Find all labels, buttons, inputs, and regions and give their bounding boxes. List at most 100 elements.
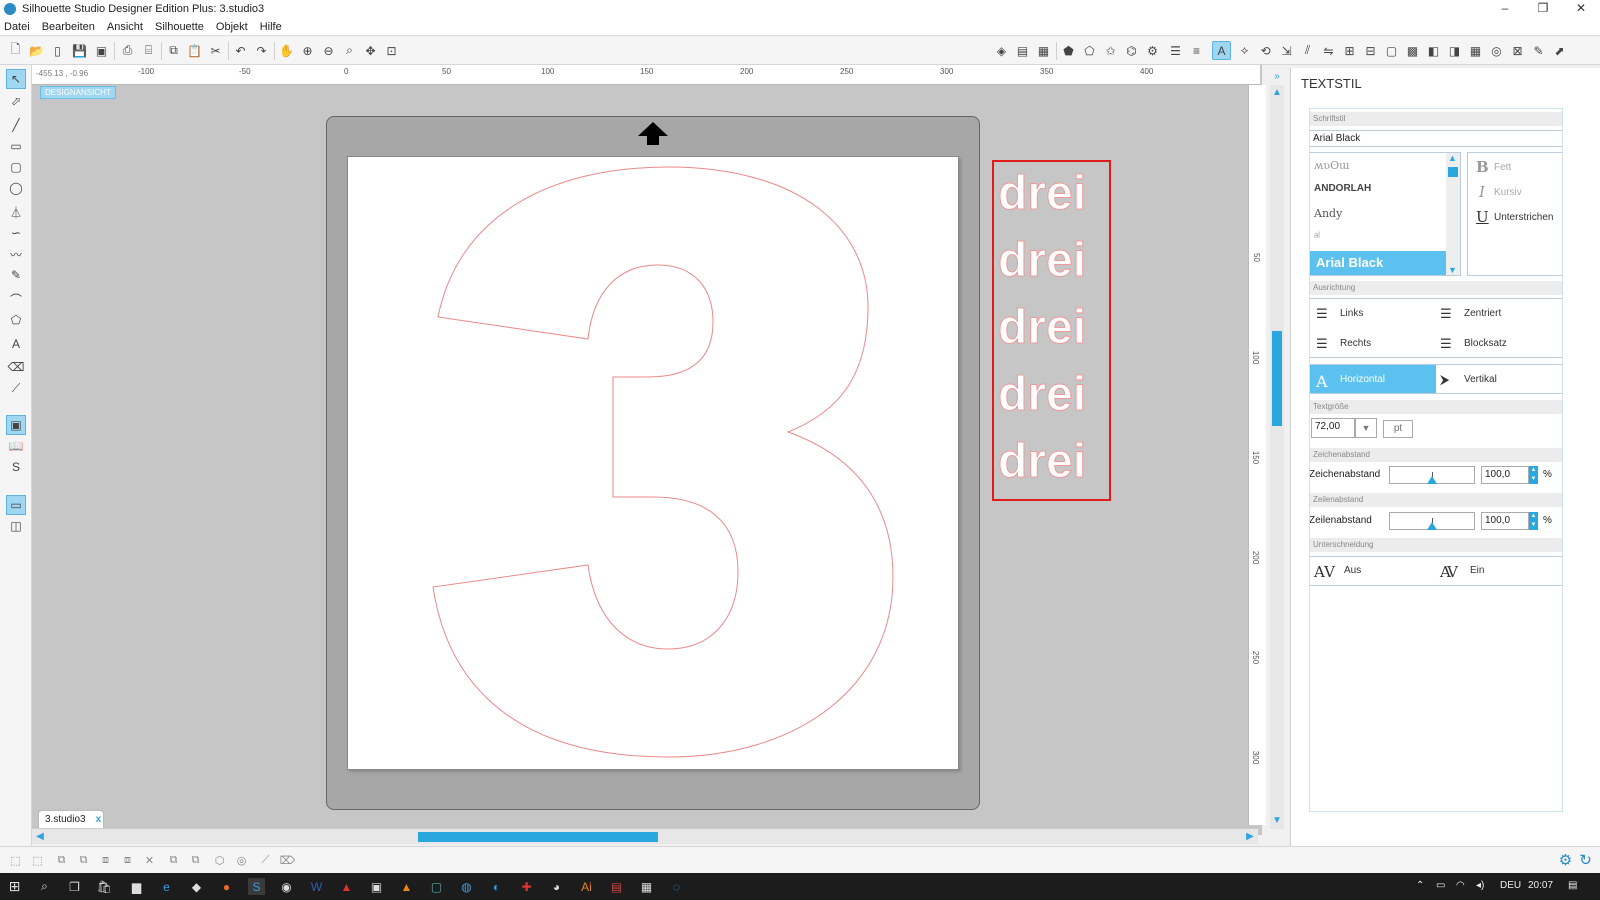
smooth-freehand-icon[interactable]: ✎ xyxy=(6,265,26,285)
silhouette-taskbar-icon[interactable]: S xyxy=(248,878,265,895)
vertical-scroll-thumb[interactable] xyxy=(1272,331,1282,426)
rounded-rect-tool-icon[interactable]: ▢ xyxy=(6,157,26,177)
scroll-right-icon[interactable]: ▶ xyxy=(1244,831,1256,843)
polygon-tool-icon[interactable]: ⏃ xyxy=(6,202,26,222)
drei-text-line[interactable]: drei xyxy=(998,231,1108,291)
new-file-icon[interactable]: 🗋 xyxy=(6,41,25,60)
curve-tool-icon[interactable]: ∽ xyxy=(6,223,26,243)
settings-gear-icon[interactable]: ⚙ xyxy=(1556,850,1575,869)
undo-icon[interactable]: ↶ xyxy=(231,41,250,60)
char-spacing-slider-handle[interactable] xyxy=(1427,476,1437,484)
align-left-button[interactable]: ☰ Links xyxy=(1316,306,1363,321)
word-icon[interactable]: W xyxy=(308,878,325,895)
knife-tool-icon[interactable]: ⟋ xyxy=(6,378,26,398)
arc-tool-icon[interactable]: ⌒ xyxy=(6,289,26,309)
regular-polygon-icon[interactable]: ⬠ xyxy=(6,310,26,330)
align-center-button[interactable]: ☰ Zentriert xyxy=(1440,306,1501,321)
font-list-item-selected[interactable]: Arial Black xyxy=(1310,251,1446,275)
scroll-left-icon[interactable]: ◀ xyxy=(34,831,46,843)
print-cut-icon[interactable]: ⌸ xyxy=(139,41,158,60)
align-justify-button[interactable]: ☰ Blocksatz xyxy=(1440,336,1507,351)
zoom-out-icon[interactable]: ⊖ xyxy=(319,41,338,60)
text-style-icon[interactable]: A xyxy=(1212,41,1231,60)
line-color-icon[interactable]: ▤ xyxy=(1013,41,1032,60)
app-icon[interactable]: ✚ xyxy=(518,878,535,895)
store-view-icon[interactable]: S xyxy=(6,457,26,477)
app-icon[interactable]: ▦ xyxy=(638,878,655,895)
font-scroll-up-icon[interactable]: ▲ xyxy=(1448,153,1457,163)
menu-datei[interactable]: Datei xyxy=(4,21,30,33)
send-icon[interactable]: ⬈ xyxy=(1550,41,1569,60)
edge-icon[interactable]: e xyxy=(158,878,175,895)
line-dash-icon[interactable]: ≡ xyxy=(1187,41,1206,60)
line-panel-icon[interactable]: ⬠ xyxy=(1080,41,1099,60)
text-size-input[interactable]: 72,00 xyxy=(1311,418,1355,438)
modify-icon[interactable]: ⊟ xyxy=(1361,41,1380,60)
font-list-item[interactable]: ᵃˡ xyxy=(1314,231,1320,243)
open-file-icon[interactable]: 📂 xyxy=(27,41,46,60)
offset-tool-icon[interactable]: ⬡ xyxy=(210,851,229,870)
char-spacing-input[interactable]: 100,0 xyxy=(1481,466,1529,484)
close-button[interactable]: ✕ xyxy=(1562,0,1600,18)
font-list-item[interactable]: Andy xyxy=(1314,207,1342,220)
save-library-icon[interactable]: ▣ xyxy=(92,41,111,60)
task-view-icon[interactable]: ❐ xyxy=(66,878,83,895)
font-list-scrollbar[interactable]: ▲ ▼ xyxy=(1446,153,1460,275)
registration-icon[interactable]: ◎ xyxy=(1487,41,1506,60)
shear-icon[interactable]: ⫽ xyxy=(1298,41,1317,60)
send-back-icon[interactable]: ⧉ xyxy=(186,851,205,870)
kerning-off-button[interactable]: AV Aus xyxy=(1314,563,1361,581)
transform-icon[interactable]: ⟡ xyxy=(1235,41,1254,60)
illustrator-icon[interactable]: Ai xyxy=(578,878,595,895)
font-list[interactable]: ʍʋʘɯ ANDORLAH Andy ᵃˡ Arial Black ▲ ▼ xyxy=(1309,152,1461,276)
compound-path-icon[interactable]: ⧈ xyxy=(96,851,115,870)
drag-zoom-icon[interactable]: ✥ xyxy=(361,41,380,60)
eraser-tool-icon[interactable]: ⌫ xyxy=(6,357,26,377)
char-spacing-slider[interactable] xyxy=(1389,466,1475,484)
fit-page-icon[interactable]: ⊡ xyxy=(382,41,401,60)
app-icon[interactable]: ▣ xyxy=(368,878,385,895)
char-spacing-spinner-icon[interactable]: ▲ ▼ xyxy=(1529,466,1538,484)
drei-text-line[interactable]: drei xyxy=(998,365,1108,425)
drei-text-line[interactable]: drei xyxy=(998,164,1108,224)
design-store-icon[interactable]: ✎ xyxy=(1529,41,1548,60)
edit-points-icon[interactable]: ⬀ xyxy=(6,91,26,111)
ungroup-icon[interactable]: ⧉ xyxy=(74,851,93,870)
volume-icon[interactable]: ◂) xyxy=(1476,880,1484,891)
effects-icon[interactable]: ⚙ xyxy=(1143,41,1162,60)
fill-panel-icon[interactable]: ⬟ xyxy=(1059,41,1078,60)
paste-icon[interactable]: 📋 xyxy=(185,41,204,60)
rotate-icon[interactable]: ⟲ xyxy=(1256,41,1275,60)
design-view-icon[interactable]: ▣ xyxy=(6,415,26,435)
font-list-item[interactable]: ANDORLAH xyxy=(1314,183,1371,194)
rectangle-tool-icon[interactable]: ▭ xyxy=(6,136,26,156)
bold-toggle[interactable]: B Fett xyxy=(1476,158,1511,176)
refresh-icon[interactable]: ↻ xyxy=(1576,850,1595,869)
drei-text-line[interactable]: drei xyxy=(998,298,1108,358)
select-all-icon[interactable]: ⬚ xyxy=(6,851,25,870)
underline-toggle[interactable]: U Unterstrichen xyxy=(1476,208,1553,226)
selected-text-block[interactable]: drei drei drei drei drei xyxy=(992,160,1111,501)
cut-icon[interactable]: ✂ xyxy=(206,41,225,60)
nesting-icon[interactable]: ◧ xyxy=(1424,41,1443,60)
select-tool-icon[interactable]: ↖ xyxy=(6,69,26,89)
scroll-up-icon[interactable]: ▲ xyxy=(1271,87,1283,98)
copy-icon[interactable]: ⧉ xyxy=(164,41,183,60)
wifi-icon[interactable]: ◠ xyxy=(1456,880,1465,891)
line-spacing-input[interactable]: 100,0 xyxy=(1481,512,1529,530)
menu-bearbeiten[interactable]: Bearbeiten xyxy=(42,21,95,33)
size-unit-button[interactable]: pt xyxy=(1383,420,1413,438)
clock[interactable]: 20:07 xyxy=(1528,880,1553,891)
line-tool-icon[interactable]: ╱ xyxy=(6,115,26,135)
delete-icon[interactable]: ✕ xyxy=(140,851,159,870)
menu-objekt[interactable]: Objekt xyxy=(216,21,248,33)
app-icon[interactable]: ◕ xyxy=(548,878,565,895)
panel-collapse-icon[interactable]: » xyxy=(1271,71,1283,82)
deselect-icon[interactable]: ⬚ xyxy=(28,851,47,870)
pan-hand-icon[interactable]: ✋ xyxy=(277,41,296,60)
line-spacing-spinner-icon[interactable]: ▲ ▼ xyxy=(1529,512,1538,530)
horizontal-scrollbar[interactable]: ◀ ▶ xyxy=(32,828,1258,844)
replicate-icon[interactable]: ⊞ xyxy=(1340,41,1359,60)
library-view-icon[interactable]: 📖 xyxy=(6,436,26,456)
close-tab-icon[interactable]: x xyxy=(96,814,102,825)
